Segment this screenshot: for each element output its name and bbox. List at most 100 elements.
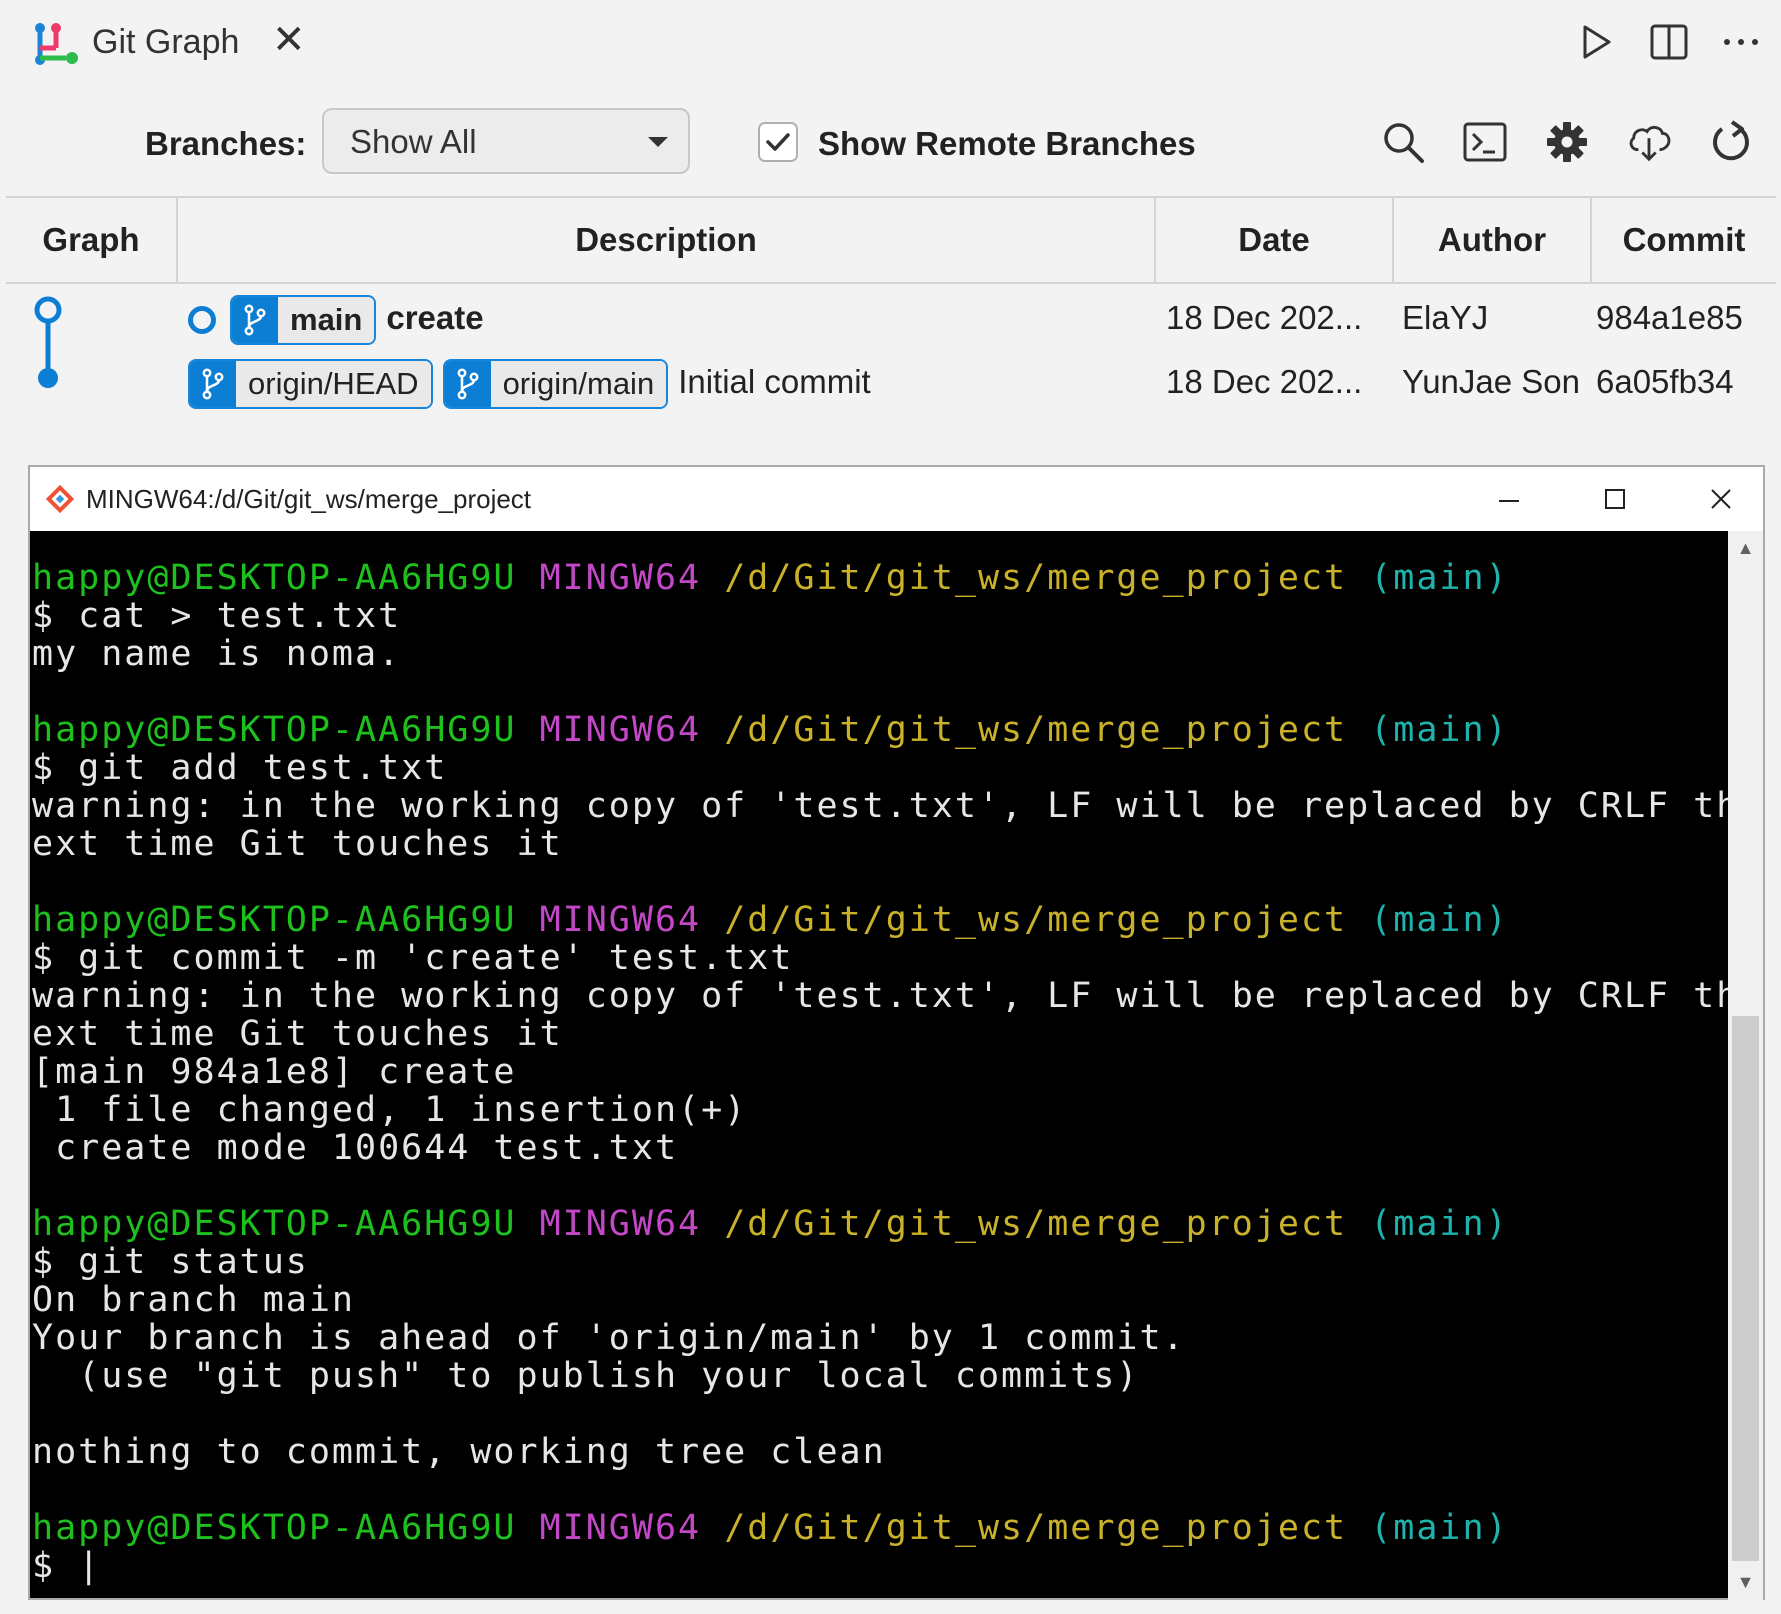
prompt-env: MINGW64 bbox=[539, 900, 702, 940]
terminal-output-line: [main 984a1e8] create bbox=[32, 1052, 517, 1092]
split-editor-icon[interactable] bbox=[1649, 16, 1689, 68]
terminal-command-line: $ cat > test.txt bbox=[32, 596, 402, 636]
terminal-prompt-line: happy@DESKTOP-AA6HG9U MINGW64 /d/Git/git… bbox=[32, 1509, 1730, 1547]
chevron-down-icon bbox=[648, 137, 668, 147]
scroll-down-icon[interactable]: ▼ bbox=[1728, 1565, 1763, 1600]
editor-actions bbox=[1577, 16, 1761, 68]
prompt-path: /d/Git/git_ws/merge_project bbox=[724, 1508, 1348, 1548]
commit-author: ElaYJ bbox=[1402, 299, 1489, 336]
branch-ref-label: origin/HEAD bbox=[236, 361, 431, 408]
branches-dropdown-value: Show All bbox=[350, 123, 477, 160]
column-header-graph[interactable]: Graph bbox=[6, 198, 176, 282]
checkmark-icon bbox=[766, 133, 790, 151]
prompt-user: happy@DESKTOP-AA6HG9U bbox=[32, 1508, 517, 1548]
terminal-prompt-line: happy@DESKTOP-AA6HG9U MINGW64 /d/Git/git… bbox=[32, 1205, 1730, 1243]
cloud-download-icon[interactable] bbox=[1626, 114, 1672, 170]
terminal-lines: happy@DESKTOP-AA6HG9U MINGW64 /d/Git/git… bbox=[32, 559, 1730, 1585]
prompt-env: MINGW64 bbox=[539, 1204, 702, 1244]
commit-date: 18 Dec 202... bbox=[1166, 363, 1363, 400]
prompt-user: happy@DESKTOP-AA6HG9U bbox=[32, 900, 517, 940]
prompt-path: /d/Git/git_ws/merge_project bbox=[724, 900, 1348, 940]
tab-close-button[interactable]: ✕ bbox=[272, 16, 306, 64]
branch-ref-origin-main[interactable]: origin/main bbox=[442, 359, 669, 410]
branches-label: Branches: bbox=[145, 125, 307, 162]
uncommitted-marker-icon bbox=[188, 306, 216, 335]
commit-message: create bbox=[386, 299, 484, 336]
prompt-path: /d/Git/git_ws/merge_project bbox=[724, 1204, 1348, 1244]
commit-description: main create bbox=[188, 286, 1148, 350]
terminal-prompt-line: happy@DESKTOP-AA6HG9U MINGW64 /d/Git/git… bbox=[32, 901, 1730, 939]
terminal-output-line: 1 file changed, 1 insertion(+) bbox=[32, 1090, 748, 1130]
scroll-up-icon[interactable]: ▲ bbox=[1728, 531, 1763, 566]
run-icon[interactable] bbox=[1577, 16, 1617, 68]
column-header-description[interactable]: Description bbox=[176, 198, 1154, 282]
commit-author: YunJae Son bbox=[1402, 363, 1580, 400]
terminal-title-bar[interactable]: MINGW64:/d/Git/git_ws/merge_project bbox=[30, 467, 1763, 531]
prompt-env: MINGW64 bbox=[539, 1508, 702, 1548]
terminal-output-line: create mode 100644 test.txt bbox=[32, 1128, 679, 1168]
gear-icon[interactable] bbox=[1544, 114, 1590, 170]
terminal-title: MINGW64:/d/Git/git_ws/merge_project bbox=[86, 484, 532, 514]
commit-table: Graph Description Date Author Commit mai… bbox=[6, 196, 1776, 410]
terminal-output-line: On branch main bbox=[32, 1280, 356, 1320]
prompt-branch: (main) bbox=[1370, 1204, 1509, 1244]
prompt-env: MINGW64 bbox=[539, 710, 702, 750]
terminal-output[interactable]: happy@DESKTOP-AA6HG9U MINGW64 /d/Git/git… bbox=[30, 531, 1730, 1600]
show-remote-branches-checkbox[interactable] bbox=[758, 122, 798, 162]
minimize-icon[interactable] bbox=[1485, 473, 1533, 525]
terminal-output-line: my name is noma. bbox=[32, 634, 402, 674]
column-header-date[interactable]: Date bbox=[1154, 198, 1392, 282]
git-bash-icon bbox=[45, 484, 75, 514]
git-graph-controls: Branches: Show All Show Remote Branches bbox=[0, 100, 1781, 190]
more-actions-icon[interactable] bbox=[1721, 16, 1761, 68]
maximize-icon[interactable] bbox=[1591, 473, 1639, 525]
column-header-commit[interactable]: Commit bbox=[1590, 198, 1776, 282]
commit-hash: 984a1e85 bbox=[1596, 299, 1743, 336]
branch-ref-main[interactable]: main bbox=[230, 295, 377, 346]
search-icon[interactable] bbox=[1380, 114, 1426, 170]
show-remote-branches-label[interactable]: Show Remote Branches bbox=[818, 120, 1196, 168]
terminal-icon[interactable] bbox=[1462, 114, 1508, 170]
scrollbar-thumb[interactable] bbox=[1732, 1016, 1759, 1561]
terminal-output-line: nothing to commit, working tree clean bbox=[32, 1432, 886, 1472]
refresh-icon[interactable] bbox=[1708, 114, 1754, 170]
branch-icon bbox=[190, 361, 236, 408]
prompt-branch: (main) bbox=[1370, 1508, 1509, 1548]
commit-hash: 6a05fb34 bbox=[1596, 363, 1734, 400]
toolbar-icons bbox=[1380, 114, 1754, 170]
git-graph-logo-icon bbox=[35, 23, 78, 65]
branch-ref-origin-head[interactable]: origin/HEAD bbox=[188, 359, 433, 410]
terminal-command-line: $ git commit -m 'create' test.txt bbox=[32, 938, 794, 978]
terminal-prompt-line: happy@DESKTOP-AA6HG9U MINGW64 /d/Git/git… bbox=[32, 559, 1730, 597]
terminal-output-line: Your branch is ahead of 'origin/main' by… bbox=[32, 1318, 1186, 1358]
prompt-user: happy@DESKTOP-AA6HG9U bbox=[32, 1204, 517, 1244]
table-row[interactable]: main create 18 Dec 202... ElaYJ 984a1e85 bbox=[6, 286, 1776, 350]
prompt-user: happy@DESKTOP-AA6HG9U bbox=[32, 558, 517, 598]
terminal-command-line: $ git status bbox=[32, 1242, 309, 1282]
prompt-env: MINGW64 bbox=[539, 558, 702, 598]
prompt-branch: (main) bbox=[1370, 558, 1509, 598]
close-icon[interactable] bbox=[1697, 473, 1745, 525]
mingw64-terminal-window[interactable]: MINGW64:/d/Git/git_ws/merge_project happ… bbox=[28, 465, 1765, 1600]
editor-tab-bar: Git Graph ✕ bbox=[0, 0, 1781, 88]
branch-ref-label: main bbox=[278, 297, 375, 344]
branch-icon bbox=[444, 361, 491, 408]
tab-title[interactable]: Git Graph bbox=[92, 18, 239, 66]
terminal-output-line: warning: in the working copy of 'test.tx… bbox=[32, 976, 1730, 1016]
table-row[interactable]: origin/HEAD origin/main Initial commit 18 … bbox=[6, 350, 1776, 414]
terminal-command-line: $ | bbox=[32, 1546, 102, 1586]
commit-description: origin/HEAD origin/main Initial commit bbox=[188, 350, 1148, 414]
terminal-command-line: $ git add test.txt bbox=[32, 748, 448, 788]
prompt-path: /d/Git/git_ws/merge_project bbox=[724, 558, 1348, 598]
table-header: Graph Description Date Author Commit bbox=[6, 196, 1776, 284]
column-header-author[interactable]: Author bbox=[1392, 198, 1590, 282]
terminal-scrollbar[interactable]: ▲ ▼ bbox=[1728, 531, 1763, 1600]
commit-message: Initial commit bbox=[678, 363, 871, 400]
terminal-output-line: ext time Git touches it bbox=[32, 824, 563, 864]
branches-dropdown[interactable]: Show All bbox=[322, 108, 690, 174]
window-controls bbox=[1485, 473, 1745, 525]
